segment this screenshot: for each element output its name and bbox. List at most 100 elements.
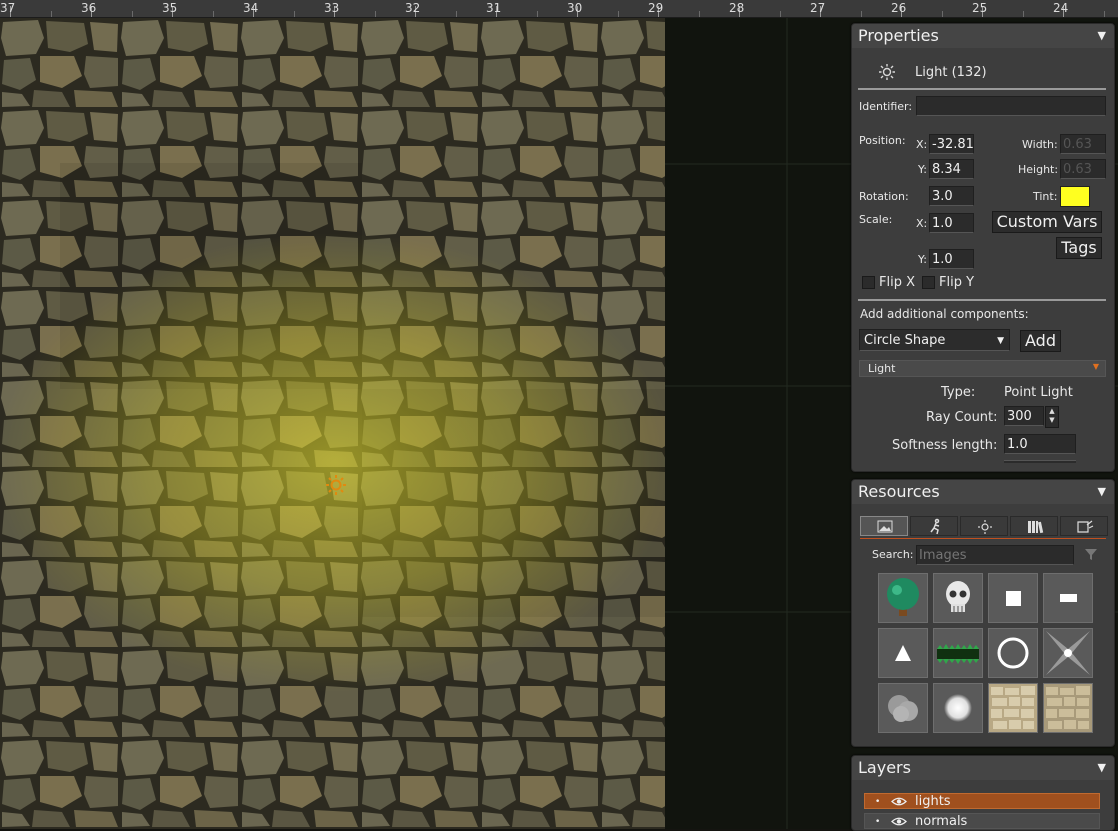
position-label: Position: — [859, 134, 906, 147]
chevron-down-icon: ▼ — [997, 336, 1004, 346]
image-icon — [877, 520, 893, 533]
tab-images[interactable] — [860, 516, 908, 536]
ruler-minor-tick — [1023, 11, 1024, 17]
eye-icon[interactable] — [891, 796, 907, 807]
ruler-label: 35 — [162, 1, 178, 15]
identifier-label: Identifier: — [859, 100, 913, 113]
search-label: Search: — [872, 548, 914, 561]
resources-header[interactable]: Resources ▼ — [852, 480, 1114, 504]
ruler-minor-tick — [618, 11, 619, 17]
softness-label: Softness length: — [892, 438, 998, 453]
collapse-arrow-icon: ▼ — [1092, 362, 1099, 371]
ring-image[interactable] — [988, 628, 1038, 678]
custom-vars-button[interactable]: Custom Vars — [992, 211, 1102, 233]
layers-header[interactable]: Layers ▼ — [852, 756, 1114, 780]
ruler-label: 28 — [729, 1, 745, 15]
position-x-label: X: — [916, 138, 928, 151]
tint-label: Tint: — [1033, 190, 1058, 203]
tab-lights[interactable] — [960, 516, 1008, 536]
position-x-field[interactable]: -32.81 — [929, 134, 974, 154]
position-y-label: Y: — [918, 163, 927, 176]
stone-wall-texture — [0, 18, 665, 829]
running-figure-icon — [930, 518, 940, 535]
smoke-cloud-image[interactable] — [878, 683, 928, 733]
filter-icon[interactable] — [1084, 547, 1098, 561]
resource-tab-bar — [860, 516, 1108, 539]
ruler-label: 27 — [810, 1, 826, 15]
ruler-minor-tick — [699, 11, 700, 17]
ruler-minor-tick — [780, 11, 781, 17]
ruler-minor-tick — [51, 11, 52, 17]
component-select[interactable]: Circle Shape ▼ — [859, 329, 1010, 351]
flip-y-checkbox[interactable] — [922, 276, 935, 289]
softness-field[interactable]: 1.0 — [1004, 434, 1076, 454]
collapse-icon[interactable]: ▼ — [1098, 480, 1106, 504]
width-field: 0.63 — [1060, 134, 1106, 154]
tab-scripts[interactable] — [1060, 516, 1108, 536]
light-sun-icon[interactable] — [325, 474, 347, 496]
resources-panel: Resources ▼ Search: — [851, 479, 1115, 747]
tab-library[interactable] — [1010, 516, 1058, 536]
drag-handle-icon[interactable]: • — [875, 794, 880, 810]
ruler-minor-tick — [456, 11, 457, 17]
rotation-field[interactable]: 3.0 — [929, 186, 974, 206]
scale-y-field[interactable]: 1.0 — [929, 249, 974, 269]
green-grass-image[interactable] — [933, 628, 983, 678]
stone-wall-normal-image[interactable] — [1043, 683, 1093, 733]
layer-name: normals — [915, 814, 968, 829]
ruler-minor-tick — [1104, 11, 1105, 17]
ruler-label: 30 — [567, 1, 583, 15]
properties-header[interactable]: Properties ▼ — [852, 24, 1114, 48]
collapse-icon[interactable]: ▼ — [1098, 756, 1106, 780]
ray-count-stepper[interactable]: ▲ ▼ — [1045, 406, 1059, 428]
ruler-label: 32 — [405, 1, 421, 15]
collapse-icon[interactable]: ▼ — [1098, 24, 1106, 48]
layer-row-normals[interactable]: • normals — [864, 813, 1100, 829]
identifier-field[interactable] — [916, 96, 1106, 116]
tree-image[interactable] — [878, 573, 928, 623]
white-bar-image[interactable] — [1043, 573, 1093, 623]
scale-x-field[interactable]: 1.0 — [929, 213, 974, 233]
star-sparkle-image[interactable] — [1043, 628, 1093, 678]
skull-image[interactable] — [933, 573, 983, 623]
search-input[interactable] — [916, 545, 1074, 565]
soft-circle-image[interactable] — [933, 683, 983, 733]
layers-title: Layers — [858, 758, 911, 777]
height-label: Height: — [1018, 163, 1059, 176]
light-section-header[interactable]: Light ▼ — [859, 360, 1106, 377]
stone-wall-image[interactable] — [988, 683, 1038, 733]
flip-x-label: Flip X — [879, 275, 915, 290]
layers-panel: Layers ▼ • lights • normals — [851, 755, 1115, 831]
books-icon — [1028, 521, 1044, 534]
add-component-button[interactable]: Add — [1020, 330, 1061, 352]
ruler-minor-tick — [294, 11, 295, 17]
position-y-field[interactable]: 8.34 — [929, 159, 974, 179]
tags-button[interactable]: Tags — [1056, 237, 1102, 259]
add-components-label: Add additional components: — [860, 307, 1029, 321]
ruler-minor-tick — [861, 11, 862, 17]
layer-name: lights — [915, 794, 951, 809]
scale-y-label: Y: — [918, 253, 927, 266]
triangle-image[interactable] — [878, 628, 928, 678]
ruler-minor-tick — [375, 11, 376, 17]
type-label: Type: — [941, 385, 976, 400]
white-square-image[interactable] — [988, 573, 1038, 623]
ruler-label: 36 — [81, 1, 97, 15]
scale-label: Scale: — [859, 213, 893, 226]
tab-animations[interactable] — [910, 516, 958, 536]
tint-color-swatch[interactable] — [1060, 186, 1090, 207]
horizontal-ruler: 37 36 35 34 33 32 31 30 29 28 27 26 25 24 — [0, 0, 1118, 18]
ruler-label: 34 — [243, 1, 259, 15]
ray-count-field[interactable]: 300 — [1004, 406, 1044, 426]
ruler-label: 31 — [486, 1, 502, 15]
ruler-label: 29 — [648, 1, 664, 15]
eye-icon[interactable] — [891, 816, 907, 827]
layer-row-lights[interactable]: • lights — [864, 793, 1100, 809]
ruler-label: 26 — [891, 1, 907, 15]
ruler-label: 25 — [972, 1, 988, 15]
ruler-minor-tick — [213, 11, 214, 17]
flip-x-checkbox[interactable] — [862, 276, 875, 289]
drag-handle-icon[interactable]: • — [875, 814, 880, 830]
ruler-minor-tick — [132, 11, 133, 17]
resources-title: Resources — [858, 482, 940, 501]
